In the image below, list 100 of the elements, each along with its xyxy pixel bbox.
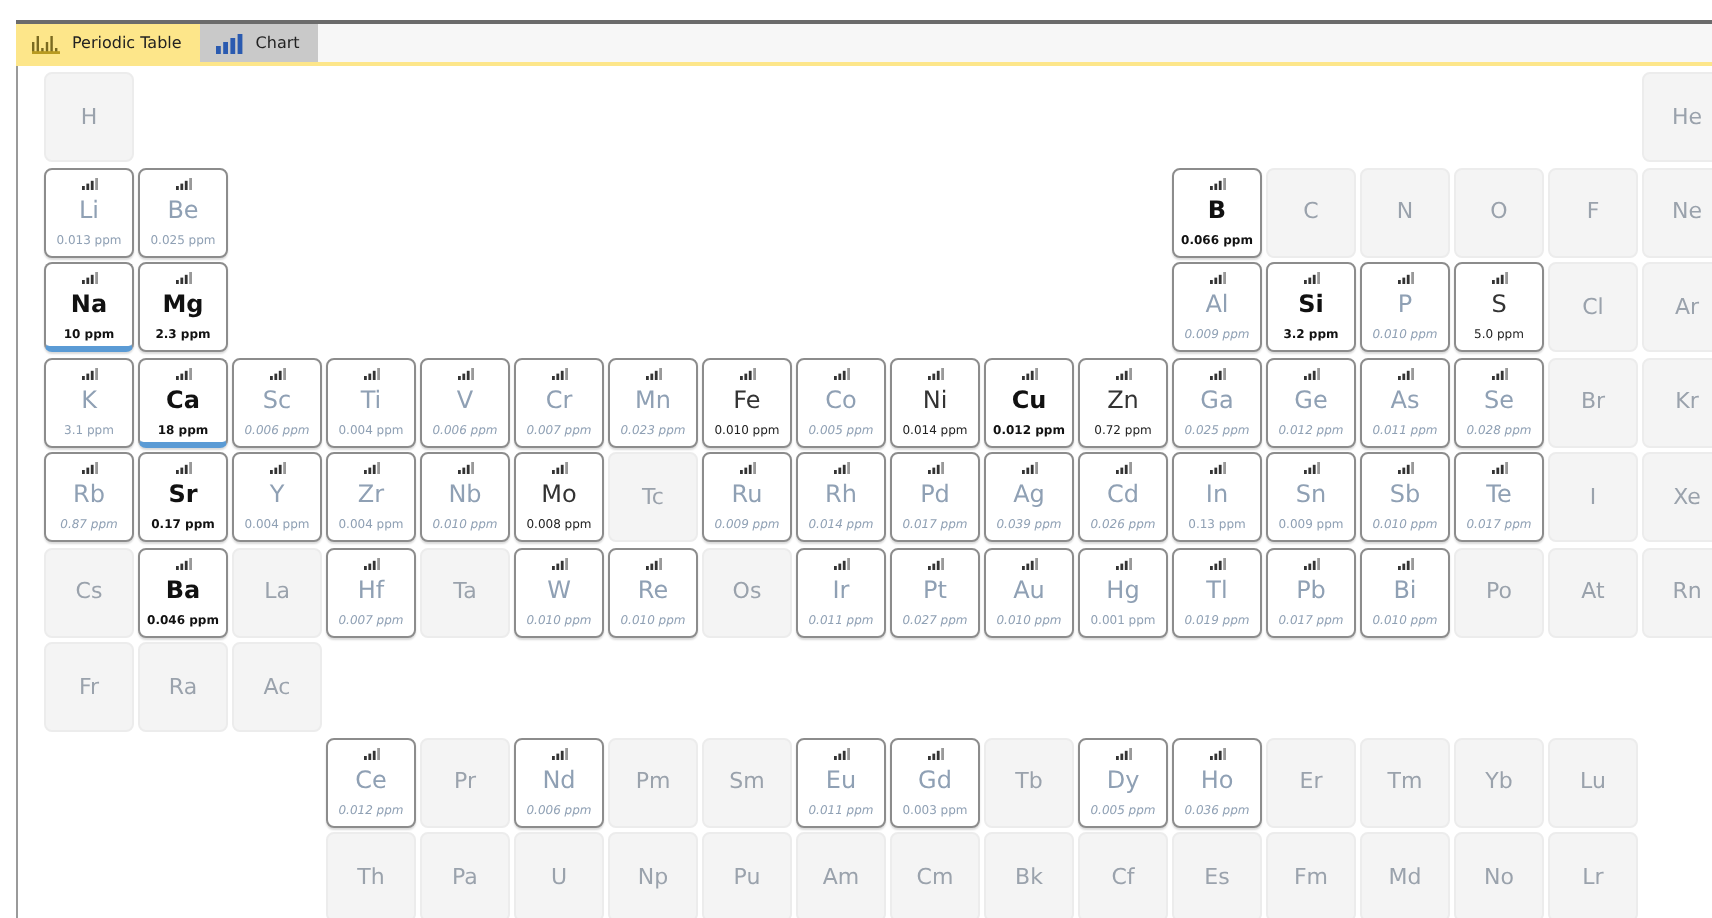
element-tile[interactable]: At [1548,547,1638,637]
signal-icon [1491,367,1507,379]
element-tile[interactable]: Po [1454,547,1544,637]
element-tile[interactable]: Md [1360,832,1450,918]
element-tile[interactable]: Cs [44,547,134,637]
signal-icon [1021,367,1037,379]
signal-icon [1115,462,1131,474]
element-tile[interactable]: Pu [702,832,792,918]
element-tile[interactable]: No [1454,832,1544,918]
tab[interactable]: Chart [199,24,318,62]
signal-icon [739,367,755,379]
element-tile[interactable]: F [1548,167,1638,257]
element-tile[interactable]: Lu [1548,737,1638,827]
signal-icon [645,557,661,569]
signal-icon [175,272,191,284]
element-tile[interactable]: Yb [1454,737,1544,827]
signal-icon [927,462,943,474]
element-tile[interactable]: Sm [702,737,792,827]
signal-icon [1115,747,1131,759]
element-tile[interactable]: Cl [1548,262,1638,352]
element-tile[interactable]: H [44,72,134,162]
signal-icon [1021,557,1037,569]
signal-icon [1209,462,1225,474]
signal-icon [457,367,473,379]
signal-icon [1303,557,1319,569]
signal-icon [175,462,191,474]
element-tile[interactable]: Tb [984,737,1074,827]
signal-icon [1209,747,1225,759]
signal-icon [175,367,191,379]
signal-icon [1209,367,1225,379]
signal-icon [833,367,849,379]
element-tile[interactable]: Xe [1642,452,1712,542]
signal-icon [551,367,567,379]
signal-icon [1021,462,1037,474]
signal-icon [363,747,379,759]
signal-icon [927,367,943,379]
element-tile[interactable]: Lr [1548,832,1638,918]
element-tile[interactable]: C [1266,167,1356,257]
element-tile[interactable]: Np [608,832,698,918]
element-tile[interactable]: Am [796,832,886,918]
signal-icon [1397,462,1413,474]
element-tile[interactable]: Ta [420,547,510,637]
signal-icon [551,557,567,569]
element-tile[interactable]: Pa [420,832,510,918]
element-tile[interactable]: Er [1266,737,1356,827]
signal-icon [551,747,567,759]
signal-icon [269,367,285,379]
element-tile[interactable]: Kr [1642,357,1712,447]
element-tile[interactable]: Ar [1642,262,1712,352]
signal-icon [1303,462,1319,474]
element-tile[interactable]: O [1454,167,1544,257]
element-tile[interactable]: Fm [1266,832,1356,918]
signal-icon [81,177,97,189]
signal-icon [833,747,849,759]
element-tile[interactable]: Tm [1360,737,1450,827]
element-tile[interactable]: He [1642,72,1712,162]
signal-icon [363,557,379,569]
signal-icon [175,177,191,189]
signal-icon [1209,272,1225,284]
signal-icon [551,462,567,474]
element-tile[interactable]: Tc [608,452,698,542]
signal-icon [1209,177,1225,189]
signal-icon [363,367,379,379]
signal-icon [833,557,849,569]
element-tile[interactable]: Rn [1642,547,1712,637]
element-tile[interactable]: La [232,547,322,637]
signal-icon [1303,367,1319,379]
signal-icon [833,462,849,474]
signal-icon [927,747,943,759]
signal-icon [1115,367,1131,379]
element-tile[interactable]: Es [1172,832,1262,918]
signal-icon [1303,272,1319,284]
dotted-bars-icon [32,33,60,53]
element-tile[interactable]: Fr [44,642,134,732]
signal-icon [175,557,191,569]
signal-icon [269,462,285,474]
element-tile[interactable]: Br [1548,357,1638,447]
element-tile[interactable]: Cf [1078,832,1168,918]
element-tile[interactable]: Pr [420,737,510,827]
element-tile[interactable]: N [1360,167,1450,257]
element-tile[interactable]: Pm [608,737,698,827]
bar-chart-icon [215,33,244,53]
element-tile[interactable]: U [514,832,604,918]
element-tile[interactable]: Ra [138,642,228,732]
signal-icon [1491,272,1507,284]
element-tile[interactable]: Th [326,832,416,918]
signal-icon [1397,367,1413,379]
element-tile[interactable]: Os [702,547,792,637]
element-tile[interactable]: Bk [984,832,1074,918]
signal-icon [927,557,943,569]
signal-icon [1397,272,1413,284]
element-tile[interactable]: Ne [1642,167,1712,257]
signal-icon [457,462,473,474]
element-tile[interactable]: I [1548,452,1638,542]
element-tile[interactable]: Cm [890,832,980,918]
signal-icon [1491,462,1507,474]
signal-icon [363,462,379,474]
element-tile[interactable]: Ac [232,642,322,732]
signal-icon [1115,557,1131,569]
tab[interactable]: Periodic Table [16,24,200,62]
